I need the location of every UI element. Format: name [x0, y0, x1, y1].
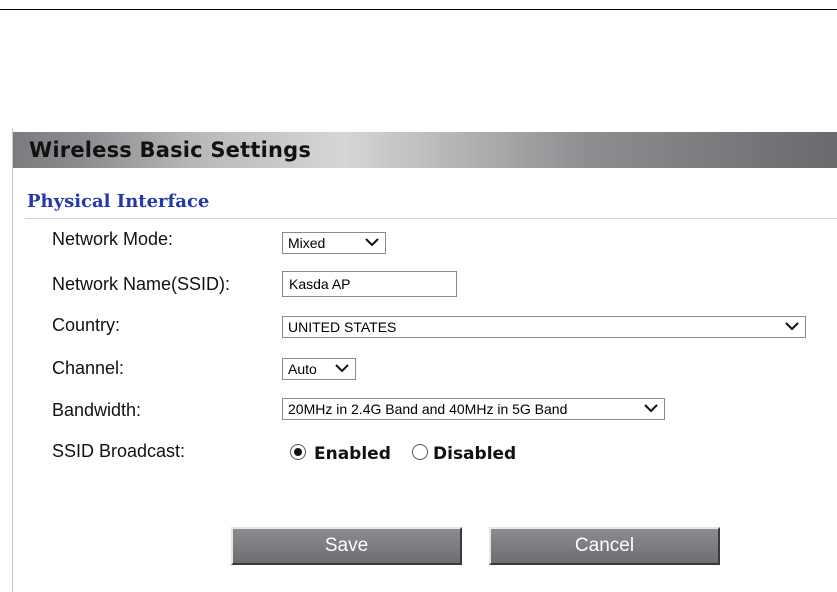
ssid-broadcast-enabled-label[interactable]: Enabled	[314, 444, 391, 464]
country-value: UNITED STATES	[288, 319, 397, 335]
bandwidth-label: Bandwidth:	[52, 400, 142, 420]
bandwidth-value: 20MHz in 2.4G Band and 40MHz in 5G Band	[288, 401, 568, 417]
settings-panel: Wireless Basic Settings Physical Interfa…	[12, 128, 837, 592]
country-select[interactable]: UNITED STATES	[282, 316, 806, 338]
ssid-input[interactable]: Kasda AP	[282, 271, 457, 297]
ssid-label: Network Name(SSID):	[52, 274, 231, 294]
chevron-down-icon	[335, 364, 349, 373]
network-mode-label: Network Mode:	[52, 229, 174, 249]
section-title: Physical Interface	[27, 191, 210, 212]
top-divider	[0, 9, 837, 10]
bandwidth-select[interactable]: 20MHz in 2.4G Band and 40MHz in 5G Band	[282, 398, 665, 420]
channel-value: Auto	[288, 361, 317, 377]
chevron-down-icon	[785, 322, 799, 331]
section-divider	[25, 218, 837, 219]
channel-label: Channel:	[52, 358, 125, 378]
title-bar: Wireless Basic Settings	[13, 132, 837, 168]
chevron-down-icon	[644, 404, 658, 413]
cancel-button[interactable]: Cancel	[489, 527, 720, 565]
country-label: Country:	[52, 315, 121, 335]
ssid-broadcast-enabled-radio[interactable]	[290, 444, 306, 460]
ssid-broadcast-disabled-radio[interactable]	[412, 444, 428, 460]
chevron-down-icon	[365, 238, 379, 247]
page-title: Wireless Basic Settings	[29, 138, 312, 162]
network-mode-value: Mixed	[288, 235, 326, 251]
ssid-broadcast-label: SSID Broadcast:	[52, 441, 186, 461]
channel-select[interactable]: Auto	[282, 358, 356, 380]
network-mode-select[interactable]: Mixed	[282, 232, 386, 254]
save-button[interactable]: Save	[231, 527, 462, 565]
ssid-broadcast-disabled-label[interactable]: Disabled	[433, 444, 516, 464]
